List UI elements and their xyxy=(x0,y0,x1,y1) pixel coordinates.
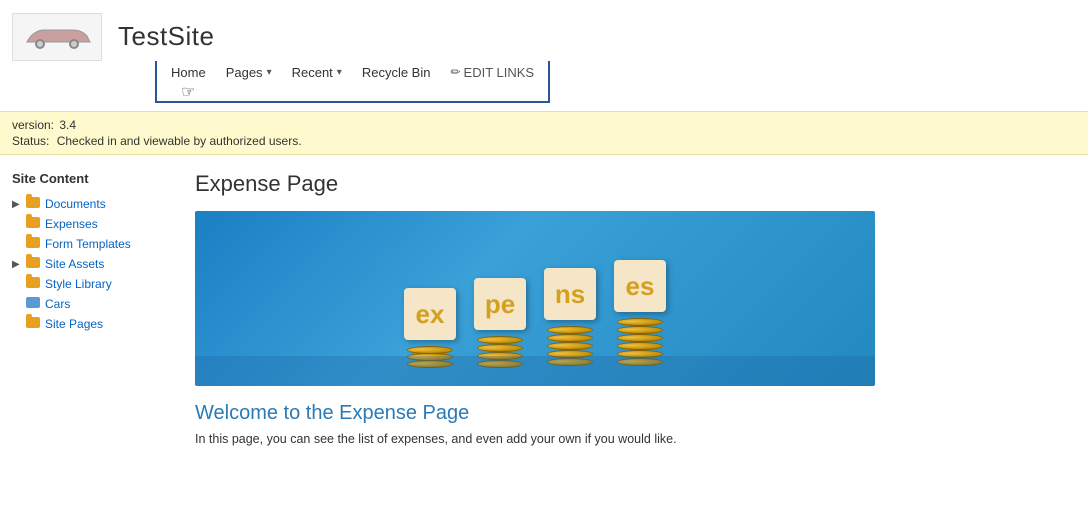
sidebar-item-cars[interactable]: Cars xyxy=(12,294,163,314)
nav-recycle-bin[interactable]: Recycle Bin xyxy=(352,59,441,86)
coin xyxy=(407,360,453,368)
sidebar-item-site-pages[interactable]: Site Pages xyxy=(12,314,163,334)
status-value: Checked in and viewable by authorized us… xyxy=(57,134,302,148)
coin xyxy=(477,360,523,368)
logo-area xyxy=(12,13,102,61)
recent-chevron-icon: ▾ xyxy=(337,67,342,78)
nav-recycle-label: Recycle Bin xyxy=(362,65,431,80)
coin-stack-4: es xyxy=(614,260,666,368)
site-title: TestSite xyxy=(118,21,215,52)
coin xyxy=(617,326,663,334)
site-logo xyxy=(12,13,102,61)
folder-icon xyxy=(26,216,42,232)
coin-stack-1: ex xyxy=(404,288,456,368)
sidebar-item-form-templates[interactable]: Form Templates xyxy=(12,234,163,254)
sidebar-title: Site Content xyxy=(12,171,163,186)
site-pages-link[interactable]: Site Pages xyxy=(45,317,103,331)
pages-chevron-icon: ▾ xyxy=(267,67,272,78)
car-icon xyxy=(22,22,92,52)
coin xyxy=(617,342,663,350)
folder-icon xyxy=(26,256,42,272)
cars-link[interactable]: Cars xyxy=(45,297,70,311)
coin xyxy=(547,342,593,350)
sidebar-item-style-library[interactable]: Style Library xyxy=(12,274,163,294)
nav-recent[interactable]: Recent ▾ xyxy=(282,59,352,86)
status-label: Status: xyxy=(12,134,49,148)
documents-link[interactable]: Documents xyxy=(45,197,106,211)
letter-block-ex: ex xyxy=(404,288,456,340)
expand-arrow-icon: ▶ xyxy=(12,259,24,270)
letter-block-pe: pe xyxy=(474,278,526,330)
nav-bar: Home ☞ Pages ▾ Recent ▾ Recycle Bin ✏ ED… xyxy=(157,53,548,91)
folder-icon xyxy=(26,316,42,332)
nav-home[interactable]: Home ☞ xyxy=(161,59,216,86)
coins-3 xyxy=(544,326,596,368)
coin xyxy=(547,350,593,358)
nav-pages-label: Pages xyxy=(226,65,263,80)
pencil-icon: ✏ xyxy=(450,65,460,79)
nav-home-label: Home xyxy=(171,65,206,80)
coin xyxy=(407,353,453,361)
folder-icon xyxy=(26,236,42,252)
hero-image: ex pe n xyxy=(195,211,875,386)
sidebar: Site Content ▶ Documents Expenses Form T… xyxy=(0,171,175,449)
letter-block-es: es xyxy=(614,260,666,312)
site-assets-link[interactable]: Site Assets xyxy=(45,257,104,271)
main-layout: Site Content ▶ Documents Expenses Form T… xyxy=(0,171,1088,449)
form-templates-link[interactable]: Form Templates xyxy=(45,237,131,251)
folder-icon xyxy=(26,196,42,212)
sidebar-item-expenses[interactable]: Expenses xyxy=(12,214,163,234)
coins-1 xyxy=(404,346,456,368)
expand-arrow-icon: ▶ xyxy=(12,199,24,210)
nav-recent-label: Recent xyxy=(292,65,333,80)
sidebar-item-site-assets[interactable]: ▶ Site Assets xyxy=(12,254,163,274)
main-content: Expense Page ex pe xyxy=(175,171,1088,449)
coins-4 xyxy=(614,318,666,368)
version-value: 3.4 xyxy=(59,118,76,132)
nav-edit-label: EDIT LINKS xyxy=(464,65,535,80)
coin xyxy=(477,336,523,344)
picture-icon xyxy=(26,296,42,312)
version-label: version: xyxy=(12,118,54,132)
page-title: Expense Page xyxy=(195,171,1068,197)
sidebar-item-documents[interactable]: ▶ Documents xyxy=(12,194,163,214)
cursor-pointer: ☞ xyxy=(181,82,195,102)
coin xyxy=(547,358,593,366)
notification-bar: version: 3.4 Status: Checked in and view… xyxy=(0,111,1088,155)
welcome-heading: Welcome to the Expense Page xyxy=(195,402,1068,425)
coin xyxy=(617,358,663,366)
coin-stack-2: pe xyxy=(474,278,526,368)
coin xyxy=(617,334,663,342)
expenses-link[interactable]: Expenses xyxy=(45,217,98,231)
coin xyxy=(547,334,593,342)
nav-pages[interactable]: Pages ▾ xyxy=(216,59,282,86)
coin-stack-3: ns xyxy=(544,268,596,368)
style-library-link[interactable]: Style Library xyxy=(45,277,112,291)
coin-stacks: ex pe n xyxy=(404,260,666,368)
coins-2 xyxy=(474,336,526,368)
nav-edit-links[interactable]: ✏ EDIT LINKS xyxy=(440,59,544,86)
coin xyxy=(477,344,523,352)
coin xyxy=(477,352,523,360)
coin xyxy=(617,318,663,326)
coin xyxy=(617,350,663,358)
coin xyxy=(547,326,593,334)
folder-icon xyxy=(26,276,42,292)
letter-block-ns: ns xyxy=(544,268,596,320)
welcome-text: In this page, you can see the list of ex… xyxy=(195,431,1068,449)
